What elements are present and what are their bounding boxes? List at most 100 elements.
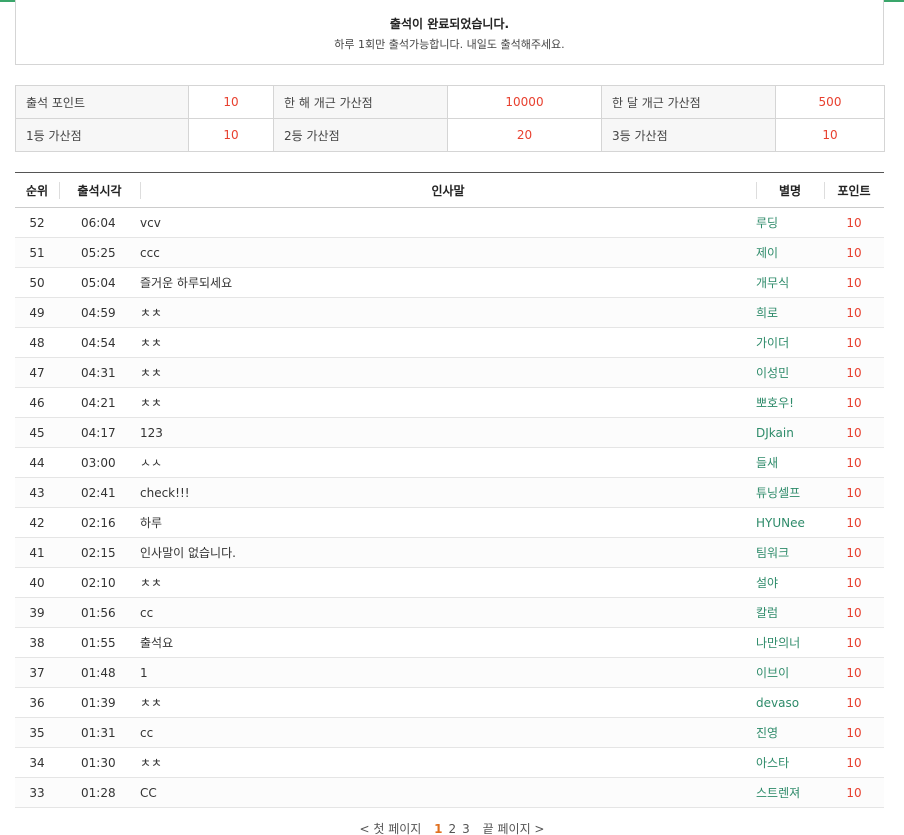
cell-message: ㅊㅊ (140, 567, 756, 598)
cell-message: 즐거운 하루되세요 (140, 267, 756, 298)
cell-nickname[interactable]: 뽀호우! (756, 387, 824, 418)
info-value: 500 (775, 85, 885, 119)
cell-time: 01:31 (59, 717, 140, 748)
notice-subtitle: 하루 1회만 출석가능합니다. 내일도 출석해주세요. (334, 38, 565, 51)
table-row: 47 04:31 ㅊㅊ 이성민 10 (15, 357, 884, 388)
info-value: 10 (775, 118, 885, 152)
info-row: 1등 가산점 10 2등 가산점 20 3등 가산점 10 (15, 118, 885, 152)
first-page-link[interactable]: < 첫 페이지 (359, 822, 421, 835)
cell-message: ㅅㅅ (140, 447, 756, 478)
table-row: 39 01:56 cc 칼럼 10 (15, 597, 884, 628)
page-number-link[interactable]: 3 (462, 822, 470, 835)
cell-nickname[interactable]: 튜닝셀프 (756, 477, 824, 508)
info-value: 10000 (447, 85, 602, 119)
header-nickname: 별명 (756, 172, 824, 208)
cell-message: 123 (140, 417, 756, 448)
cell-message: cc (140, 717, 756, 748)
cell-nickname[interactable]: 설야 (756, 567, 824, 598)
cell-nickname[interactable]: 루딩 (756, 207, 824, 238)
info-value: 10 (188, 118, 274, 152)
cell-message: ㅊㅊ (140, 357, 756, 388)
cell-time: 04:31 (59, 357, 140, 388)
table-row: 44 03:00 ㅅㅅ 들새 10 (15, 447, 884, 478)
page-number-link[interactable]: 2 (449, 822, 457, 835)
cell-nickname[interactable]: 칼럼 (756, 597, 824, 628)
cell-points: 10 (824, 477, 884, 508)
cell-nickname[interactable]: 제이 (756, 237, 824, 268)
cell-points: 10 (824, 657, 884, 688)
cell-nickname[interactable]: 스트렌져 (756, 777, 824, 808)
page-number-link[interactable]: 1 (434, 822, 442, 835)
cell-rank: 52 (15, 207, 59, 238)
info-value: 10 (188, 85, 274, 119)
attendance-list-table: 순위 출석시각 인사말 별명 포인트 52 06:04 vcv 루딩 10 51 05:25… (15, 172, 884, 808)
cell-rank: 36 (15, 687, 59, 718)
cell-nickname[interactable]: devaso (756, 687, 824, 718)
cell-rank: 39 (15, 597, 59, 628)
cell-nickname[interactable]: HYUNee (756, 507, 824, 538)
cell-time: 02:10 (59, 567, 140, 598)
last-page-link[interactable]: 끝 페이지 > (483, 822, 545, 835)
cell-message: 인사말이 없습니다. (140, 537, 756, 568)
cell-nickname[interactable]: 이브이 (756, 657, 824, 688)
info-row: 출석 포인트 10 한 해 개근 가산점 10000 한 달 개근 가산점 500 (15, 85, 885, 119)
table-row: 34 01:30 ㅊㅊ 아스타 10 (15, 747, 884, 778)
cell-nickname[interactable]: 팀워크 (756, 537, 824, 568)
cell-rank: 34 (15, 747, 59, 778)
notice-title: 출석이 완료되었습니다. (389, 17, 510, 31)
cell-nickname[interactable]: 진영 (756, 717, 824, 748)
cell-nickname[interactable]: 가이더 (756, 327, 824, 358)
cell-rank: 33 (15, 777, 59, 808)
cell-time: 01:28 (59, 777, 140, 808)
cell-rank: 47 (15, 357, 59, 388)
cell-nickname[interactable]: 아스타 (756, 747, 824, 778)
table-row: 46 04:21 ㅊㅊ 뽀호우! 10 (15, 387, 884, 418)
header-time: 출석시각 (59, 172, 140, 208)
header-rank: 순위 (15, 172, 59, 208)
cell-points: 10 (824, 567, 884, 598)
info-label: 출석 포인트 (15, 85, 189, 119)
cell-points: 10 (824, 777, 884, 808)
cell-points: 10 (824, 207, 884, 238)
table-row: 51 05:25 ccc 제이 10 (15, 237, 884, 268)
cell-nickname[interactable]: 개무식 (756, 267, 824, 298)
cell-time: 01:55 (59, 627, 140, 658)
info-label: 한 달 개근 가산점 (601, 85, 776, 119)
info-label: 3등 가산점 (601, 118, 776, 152)
cell-time: 01:39 (59, 687, 140, 718)
table-row: 33 01:28 CC 스트렌져 10 (15, 777, 884, 808)
cell-rank: 50 (15, 267, 59, 298)
cell-rank: 40 (15, 567, 59, 598)
table-header-row: 순위 출석시각 인사말 별명 포인트 (15, 172, 884, 208)
cell-nickname[interactable]: 이성민 (756, 357, 824, 388)
cell-nickname[interactable]: 들새 (756, 447, 824, 478)
table-row: 42 02:16 하루 HYUNee 10 (15, 507, 884, 538)
table-row: 41 02:15 인사말이 없습니다. 팀워크 10 (15, 537, 884, 568)
cell-time: 02:41 (59, 477, 140, 508)
cell-time: 03:00 (59, 447, 140, 478)
table-row: 36 01:39 ㅊㅊ devaso 10 (15, 687, 884, 718)
header-message: 인사말 (140, 172, 756, 208)
cell-nickname[interactable]: 나만의너 (756, 627, 824, 658)
table-row: 48 04:54 ㅊㅊ 가이더 10 (15, 327, 884, 358)
cell-nickname[interactable]: DJkain (756, 417, 824, 448)
table-row: 40 02:10 ㅊㅊ 설야 10 (15, 567, 884, 598)
cell-time: 04:54 (59, 327, 140, 358)
header-points: 포인트 (824, 172, 884, 208)
cell-points: 10 (824, 537, 884, 568)
cell-rank: 42 (15, 507, 59, 538)
cell-points: 10 (824, 447, 884, 478)
cell-rank: 43 (15, 477, 59, 508)
cell-rank: 48 (15, 327, 59, 358)
cell-points: 10 (824, 267, 884, 298)
info-value: 20 (447, 118, 602, 152)
cell-points: 10 (824, 237, 884, 268)
table-row: 49 04:59 ㅊㅊ 희로 10 (15, 297, 884, 328)
cell-time: 04:21 (59, 387, 140, 418)
cell-nickname[interactable]: 희로 (756, 297, 824, 328)
table-row: 38 01:55 출석요 나만의너 10 (15, 627, 884, 658)
cell-message: cc (140, 597, 756, 628)
cell-message: ㅊㅊ (140, 387, 756, 418)
pagination: < 첫 페이지 123 끝 페이지 > (0, 820, 904, 835)
cell-time: 04:59 (59, 297, 140, 328)
